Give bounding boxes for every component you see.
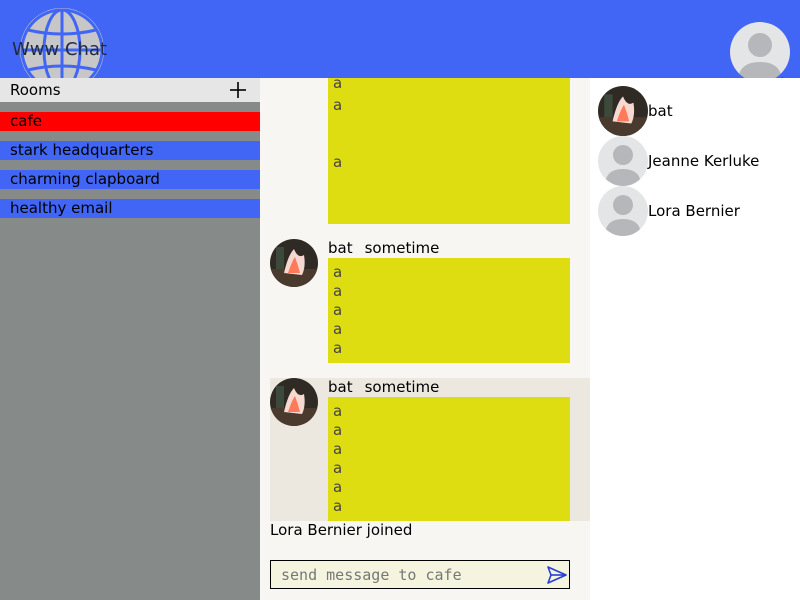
message-line: a <box>333 421 343 439</box>
message-author[interactable]: bat <box>328 378 353 396</box>
system-message: Lora Bernier joined <box>270 521 413 539</box>
bonfire-photo-icon <box>270 378 318 426</box>
user-avatar <box>598 136 648 186</box>
user-name: Jeanne Kerluke <box>648 152 760 170</box>
message-author[interactable]: bat <box>328 239 353 257</box>
message-meta: bat sometime <box>328 378 451 396</box>
message-meta: bat sometime <box>328 239 451 257</box>
message-line: a <box>333 320 343 338</box>
room-item-healthy-email[interactable]: healthy email <box>0 199 260 218</box>
user-avatar <box>598 86 648 136</box>
message-line: a <box>333 459 343 477</box>
message-avatar <box>270 239 318 287</box>
message-line: a <box>333 301 343 319</box>
default-avatar-icon <box>730 22 790 82</box>
message-time: sometime <box>364 378 440 396</box>
message-line: a <box>333 402 343 420</box>
current-user-avatar[interactable] <box>730 22 790 82</box>
user-list-item[interactable]: Jeanne Kerluke <box>598 136 798 186</box>
room-item-cafe[interactable]: cafe <box>0 112 260 131</box>
room-item-charming-clapboard[interactable]: charming clapboard <box>0 170 260 189</box>
user-name: bat <box>648 102 673 120</box>
user-list-item[interactable]: Lora Bernier <box>598 186 798 236</box>
room-item-stark-headquarters[interactable]: stark headquarters <box>0 141 260 160</box>
send-icon[interactable] <box>547 565 567 585</box>
bonfire-photo-icon <box>270 239 318 287</box>
message-time: sometime <box>364 239 440 257</box>
message-line: a <box>333 478 343 496</box>
message-input[interactable] <box>271 561 541 588</box>
rooms-label: Rooms <box>10 81 61 99</box>
user-list-item[interactable]: bat <box>598 86 798 136</box>
users-panel: bat Jeanne Kerluke Lora Bernier <box>590 78 800 600</box>
message-body: a a a <box>328 78 570 224</box>
app-title: Www Chat <box>12 39 108 60</box>
chat-panel: a a a bat sometime a a a a a bat sometim… <box>260 78 590 600</box>
message-line: a <box>333 497 343 515</box>
message-line: a <box>333 282 343 300</box>
message-composer <box>270 560 570 589</box>
rooms-header: Rooms <box>0 78 260 102</box>
message-line: a <box>333 96 343 114</box>
plus-icon[interactable] <box>228 80 248 100</box>
default-avatar-icon <box>598 136 648 186</box>
app-header: Www Chat <box>0 0 800 92</box>
message-line: a <box>333 339 343 357</box>
rooms-sidebar: Rooms cafe stark headquarters charming c… <box>0 78 260 600</box>
message-line: a <box>333 440 343 458</box>
message-line: a <box>333 263 343 281</box>
message-body: a a a a a a <box>328 397 570 521</box>
bonfire-photo-icon <box>598 86 648 136</box>
message-avatar <box>270 378 318 426</box>
user-name: Lora Bernier <box>648 202 740 220</box>
message-body: a a a a a <box>328 258 570 363</box>
default-avatar-icon <box>598 186 648 236</box>
message-line: a <box>333 153 343 171</box>
user-avatar <box>598 186 648 236</box>
message-line: a <box>333 78 343 92</box>
